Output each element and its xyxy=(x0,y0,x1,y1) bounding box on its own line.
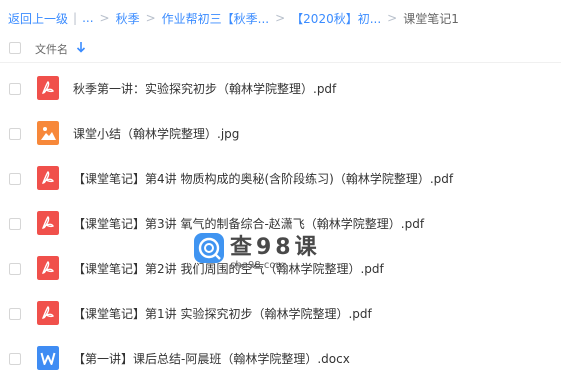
pdf-icon xyxy=(37,166,59,190)
breadcrumb-separator: > xyxy=(99,11,110,25)
file-row[interactable]: 【课堂笔记】第4讲 物质构成的奥秘(含阶段练习)（翰林学院整理）.pdf xyxy=(0,157,561,200)
breadcrumb-item-autumn[interactable]: 秋季 xyxy=(116,10,140,26)
file-checkbox[interactable] xyxy=(9,128,21,140)
breadcrumb-item-course[interactable]: 作业帮初三【秋季... xyxy=(162,10,269,26)
file-row[interactable]: 【课堂笔记】第3讲 氧气的制备综合-赵潇飞（翰林学院整理）.pdf xyxy=(0,202,561,245)
file-name[interactable]: 【课堂笔记】第4讲 物质构成的奥秘(含阶段练习)（翰林学院整理）.pdf xyxy=(73,170,453,187)
pdf-icon xyxy=(37,256,59,280)
file-checkbox[interactable] xyxy=(9,263,21,275)
back-link[interactable]: 返回上一级 xyxy=(8,10,68,26)
file-name[interactable]: 课堂小结（翰林学院整理）.jpg xyxy=(73,125,239,142)
file-name[interactable]: 【第一讲】课后总结-阿晨班（翰林学院整理）.docx xyxy=(73,350,350,367)
file-list-header: 文件名 xyxy=(0,36,561,63)
arrow-down-icon[interactable] xyxy=(76,40,86,54)
breadcrumb: 返回上一级 | ... > 秋季 > 作业帮初三【秋季... > 【2020秋】… xyxy=(8,10,556,26)
file-row[interactable]: 【课堂笔记】第1讲 实验探究初步（翰林学院整理）.pdf xyxy=(0,292,561,335)
file-checkbox[interactable] xyxy=(9,353,21,365)
breadcrumb-ellipsis[interactable]: ... xyxy=(82,11,93,25)
file-name[interactable]: 【课堂笔记】第1讲 实验探究初步（翰林学院整理）.pdf xyxy=(73,305,372,322)
file-checkbox[interactable] xyxy=(9,173,21,185)
breadcrumb-item-term[interactable]: 【2020秋】初... xyxy=(291,10,381,26)
pdf-icon xyxy=(37,301,59,325)
word-icon xyxy=(37,346,59,370)
image-icon xyxy=(37,121,59,145)
breadcrumb-divider: | xyxy=(73,11,78,25)
breadcrumb-separator: > xyxy=(275,11,286,25)
file-name[interactable]: 秋季第一讲：实验探究初步（翰林学院整理）.pdf xyxy=(73,80,336,97)
select-all-checkbox[interactable] xyxy=(9,42,21,54)
pdf-icon xyxy=(37,211,59,235)
file-row[interactable]: 秋季第一讲：实验探究初步（翰林学院整理）.pdf xyxy=(0,67,561,110)
file-row[interactable]: 【第一讲】课后总结-阿晨班（翰林学院整理）.docx xyxy=(0,337,561,380)
breadcrumb-separator: > xyxy=(387,11,398,25)
file-row[interactable]: 课堂小结（翰林学院整理）.jpg xyxy=(0,112,561,155)
file-checkbox[interactable] xyxy=(9,308,21,320)
file-name[interactable]: 【课堂笔记】第3讲 氧气的制备综合-赵潇飞（翰林学院整理）.pdf xyxy=(73,215,424,232)
column-header-filename[interactable]: 文件名 xyxy=(35,41,68,57)
file-row[interactable]: 【课堂笔记】第2讲 我们周围的空气（翰林学院整理）.pdf xyxy=(0,247,561,290)
file-name[interactable]: 【课堂笔记】第2讲 我们周围的空气（翰林学院整理）.pdf xyxy=(73,260,384,277)
file-checkbox[interactable] xyxy=(9,218,21,230)
breadcrumb-current: 课堂笔记1 xyxy=(403,11,459,26)
breadcrumb-separator: > xyxy=(145,11,156,25)
pdf-icon xyxy=(37,76,59,100)
file-checkbox[interactable] xyxy=(9,83,21,95)
